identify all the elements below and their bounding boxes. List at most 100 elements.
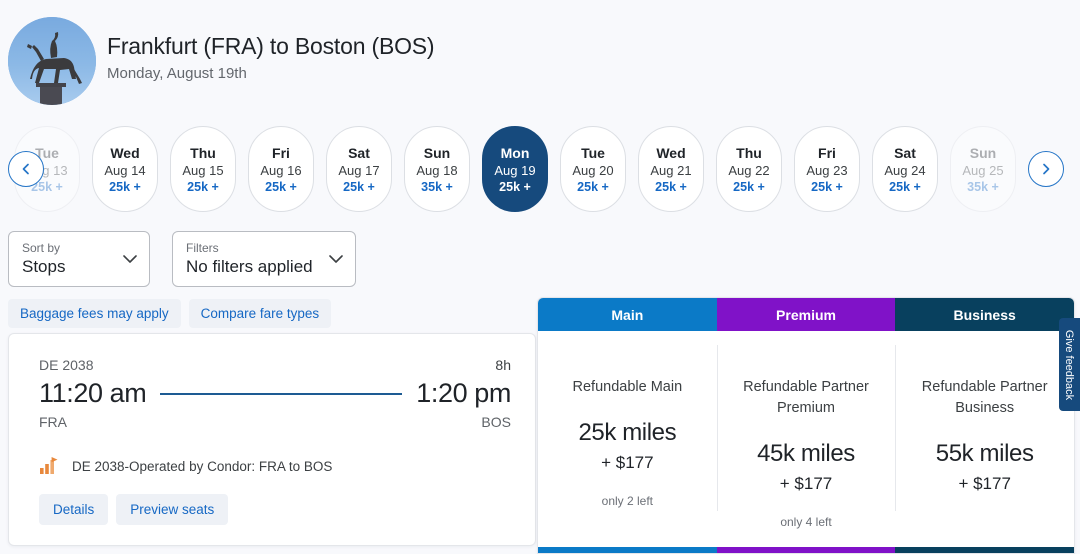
date-pill-aug-19[interactable]: Mon Aug 19 25k +	[482, 126, 548, 212]
departure-airport-code: FRA	[39, 414, 67, 430]
results-controls: Sort by Stops Filters No filters applied	[0, 231, 1080, 289]
date-pill-date: Aug 14	[104, 162, 146, 178]
info-chip-row: Baggage fees may apply Compare fare type…	[8, 299, 332, 328]
fare-accent-bar-premium	[716, 547, 896, 553]
flight-card: DE 2038 8h 11:20 am 1:20 pm FRA BOS DE 2…	[8, 333, 536, 546]
date-pill-dow: Sat	[348, 144, 370, 161]
date-pill-dow: Fri	[818, 144, 836, 161]
fare-name: Refundable Partner Business	[921, 379, 1048, 416]
sort-by-value: Stops	[22, 257, 66, 276]
fare-accent-bar-main	[538, 547, 717, 553]
fare-cash: + $177	[958, 474, 1011, 493]
flight-card-actions: Details Preview seats	[39, 494, 229, 525]
fare-tab-label: Main	[611, 306, 644, 323]
preview-seats-button[interactable]: Preview seats	[116, 494, 229, 525]
date-pill-dow: Tue	[581, 144, 605, 161]
date-pill-date: Aug 17	[338, 162, 380, 178]
date-pill-date: Aug 23	[806, 162, 848, 178]
fare-name: Refundable Partner Premium	[743, 379, 869, 416]
date-pill-dow: Mon	[500, 144, 530, 161]
condor-airline-logo-icon	[40, 457, 58, 474]
fare-cash: + $177	[779, 474, 833, 493]
fare-miles: 25k miles	[578, 419, 677, 446]
date-pill-dow: Sun	[969, 144, 997, 161]
airport-codes: FRA BOS	[39, 414, 511, 430]
departure-time: 11:20 am	[39, 378, 147, 408]
date-pill-dow: Wed	[110, 144, 140, 161]
date-pill-miles: 25k +	[577, 179, 609, 194]
date-pill-dow: Thu	[190, 144, 216, 161]
give-feedback-label: Give feedback	[1063, 329, 1076, 400]
flight-card-meta: DE 2038 8h	[39, 357, 511, 373]
sort-by-select[interactable]: Sort by Stops	[8, 231, 150, 287]
flight-times: 11:20 am 1:20 pm	[39, 378, 511, 409]
fare-accent-bar-row	[538, 547, 1075, 553]
date-pill-date: Aug 16	[260, 162, 302, 178]
date-pill-date: Aug 15	[182, 162, 224, 178]
date-pill-aug-18[interactable]: Sun Aug 18 35k +	[404, 126, 470, 212]
give-feedback-tab[interactable]: Give feedback	[1059, 318, 1080, 411]
date-pill-miles: 25k +	[655, 179, 687, 194]
chevron-down-icon	[329, 255, 343, 263]
carousel-prev-button[interactable]	[8, 151, 44, 187]
fare-tab-row: Main Premium Business	[538, 298, 1074, 331]
fare-tab-main[interactable]: Main	[538, 298, 717, 331]
fare-column-row: Refundable Main 25k miles + $177 only 2 lef…	[538, 331, 1074, 547]
operated-by-text: DE 2038-Operated by Condor: FRA to BOS	[72, 458, 333, 474]
date-pill-date: Aug 25	[962, 162, 1004, 178]
date-pill-aug-14[interactable]: Wed Aug 14 25k +	[92, 126, 158, 212]
date-pill-dow: Sun	[423, 144, 451, 161]
date-pill-list: Tue Aug 13 25k + Wed Aug 14 25k + Thu Aug 15 25k…	[14, 126, 1016, 212]
route-date: Monday, August 19th	[107, 65, 247, 82]
avatar	[8, 17, 96, 105]
filters-select[interactable]: Filters No filters applied	[172, 231, 356, 287]
fare-option-business[interactable]: Refundable Partner Business 55k miles + $1…	[895, 331, 1074, 547]
date-pill-aug-20[interactable]: Tue Aug 20 25k +	[560, 126, 626, 212]
date-pill-date: Aug 20	[572, 162, 614, 178]
filters-value: No filters applied	[186, 257, 313, 276]
date-pill-aug-22[interactable]: Thu Aug 22 25k +	[716, 126, 782, 212]
date-pill-aug-17[interactable]: Sat Aug 17 25k +	[326, 126, 392, 212]
date-pill-aug-24[interactable]: Sat Aug 24 25k +	[872, 126, 938, 212]
baggage-fees-link[interactable]: Baggage fees may apply	[8, 299, 181, 328]
date-pill-miles: 35k +	[421, 179, 453, 194]
chevron-left-icon	[22, 163, 29, 175]
date-pill-miles: 25k +	[889, 179, 921, 194]
fare-tab-label: Premium	[776, 306, 836, 323]
fare-option-main[interactable]: Refundable Main 25k miles + $177 only 2 lef…	[538, 331, 717, 547]
flight-path-line	[160, 392, 403, 395]
date-pill-aug-23[interactable]: Fri Aug 23 25k +	[794, 126, 860, 212]
flight-number: DE 2038	[39, 357, 94, 373]
date-pill-date: Aug 18	[416, 162, 458, 178]
date-pill-aug-15[interactable]: Thu Aug 15 25k +	[170, 126, 236, 212]
fare-accent-bar-business	[895, 547, 1075, 553]
fare-tab-business[interactable]: Business	[895, 298, 1074, 331]
flight-results-page: Frankfurt (FRA) to Boston (BOS) Monday, …	[0, 0, 1080, 554]
fare-miles: 55k miles	[935, 440, 1034, 467]
arrival-time: 1:20 pm	[416, 378, 511, 408]
date-pill-miles: 25k +	[265, 179, 297, 194]
date-pill-aug-25[interactable]: Sun Aug 25 35k +	[950, 126, 1016, 212]
date-pill-miles: 25k +	[811, 179, 843, 194]
date-pill-date: Aug 21	[650, 162, 692, 178]
date-pill-miles: 25k +	[187, 179, 219, 194]
date-pill-aug-16[interactable]: Fri Aug 16 25k +	[248, 126, 314, 212]
date-carousel: Tue Aug 13 25k + Wed Aug 14 25k + Thu Aug 15 25k…	[0, 126, 1080, 214]
fare-cash: + $177	[601, 453, 654, 472]
fare-tab-premium[interactable]: Premium	[716, 298, 896, 331]
operated-by-row: DE 2038-Operated by Condor: FRA to BOS	[39, 456, 332, 476]
fare-tab-label: Business	[953, 306, 1016, 323]
fare-option-premium[interactable]: Refundable Partner Premium 45k miles + $17…	[716, 331, 896, 547]
fare-seats-left: only 4 left	[780, 515, 832, 529]
date-pill-date: Aug 19	[494, 162, 536, 178]
carousel-next-button[interactable]	[1028, 151, 1064, 187]
date-pill-aug-21[interactable]: Wed Aug 21 25k +	[638, 126, 704, 212]
details-button[interactable]: Details	[39, 494, 109, 525]
date-pill-dow: Fri	[272, 144, 290, 161]
date-pill-dow: Sat	[894, 144, 916, 161]
date-pill-dow: Thu	[736, 144, 762, 161]
arrival-airport-code: BOS	[481, 414, 511, 430]
date-pill-miles: 25k +	[343, 179, 375, 194]
fare-name: Refundable Main	[572, 379, 683, 395]
compare-fare-types-link[interactable]: Compare fare types	[188, 299, 332, 328]
